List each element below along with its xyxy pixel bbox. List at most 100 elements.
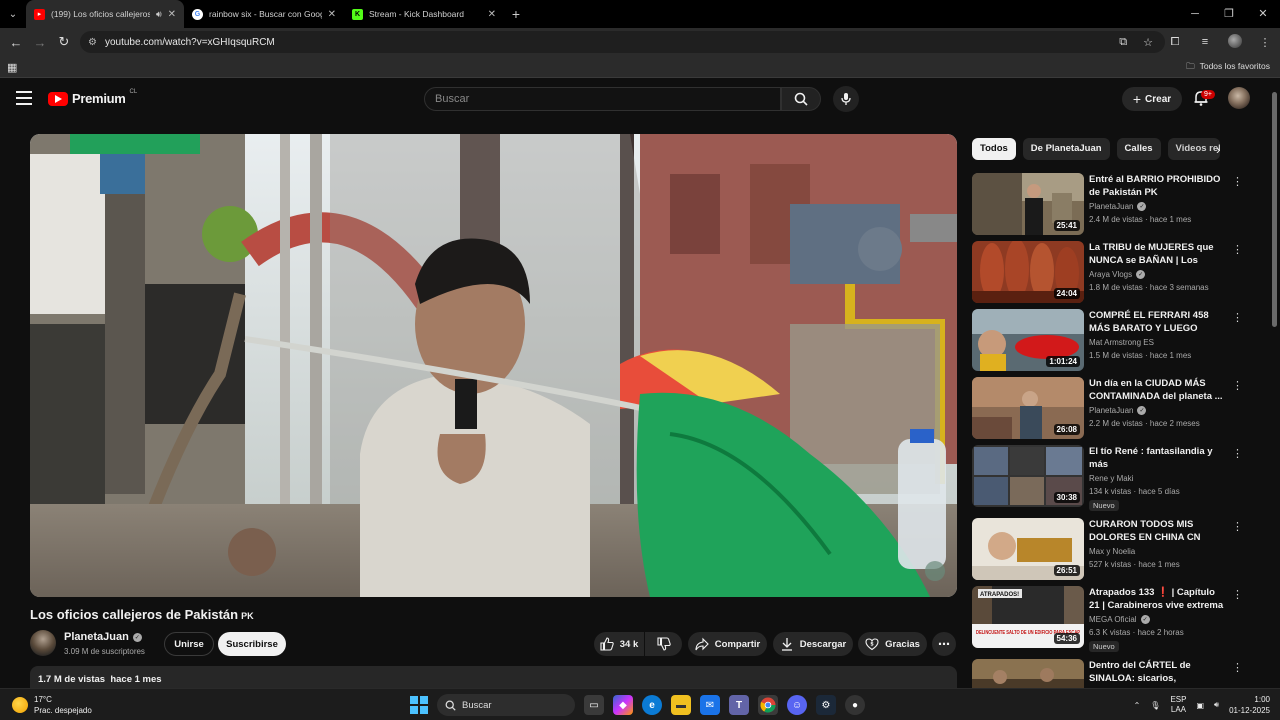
recommendation-item[interactable]: 1:01:24 COMPRÉ EL FERRARI 458 MÁS BARATO…	[972, 309, 1243, 371]
chevron-right-icon[interactable]: ›	[1216, 142, 1220, 157]
more-options-icon[interactable]: ⋮	[1232, 447, 1243, 460]
video-thumbnail[interactable]: 25:41	[972, 173, 1084, 235]
recommendation-item[interactable]: 26:51 CURARON TODOS MIS DOLORES EN CHINA…	[972, 518, 1243, 580]
youtube-logo[interactable]: Premium CL	[48, 89, 137, 106]
recommendation-channel[interactable]: Mat Armstrong ES	[1089, 338, 1154, 347]
recommendation-channel[interactable]: Rene y Maki	[1089, 474, 1133, 483]
network-icon[interactable]: ▣	[1196, 701, 1204, 710]
thanks-button[interactable]: $ Gracias	[858, 632, 927, 656]
more-options-icon[interactable]: ⋮	[1232, 379, 1243, 392]
join-button[interactable]: Unirse	[164, 632, 214, 656]
close-tab-icon[interactable]: ✕	[488, 9, 496, 20]
reload-icon[interactable]: ↻	[52, 34, 76, 50]
chip-calles[interactable]: Calles	[1116, 138, 1161, 160]
recommendation-title[interactable]: Un día en la CIUDAD MÁS CONTAMINADA del …	[1089, 377, 1225, 403]
more-options-icon[interactable]: ⋮	[1232, 311, 1243, 324]
subscribe-button[interactable]: Suscribirse	[218, 632, 286, 656]
chrome-menu-icon[interactable]: ⋮	[1250, 36, 1280, 49]
recommendation-title[interactable]: La TRIBU de MUJERES que NUNCA se BAÑAN |…	[1089, 241, 1225, 268]
video-player[interactable]	[30, 134, 957, 597]
voice-search-button[interactable]	[833, 86, 859, 112]
recommendation-item[interactable]: 25:41 Entré al BARRIO PROHIBIDO de Pakis…	[972, 173, 1243, 235]
site-settings-icon[interactable]: ⚙	[88, 37, 97, 48]
create-button[interactable]: + Crear	[1122, 87, 1182, 111]
recommendation-channel[interactable]: MEGA Oficial ✓	[1089, 615, 1150, 624]
channel-text[interactable]: Rene y Maki	[1089, 474, 1133, 483]
volume-icon[interactable]: 🔊︎	[1214, 700, 1219, 710]
discord-icon[interactable]: ☺	[787, 695, 807, 715]
restore-icon[interactable]: ❐	[1212, 0, 1246, 28]
video-thumbnail[interactable]: 1:01:24	[972, 309, 1084, 371]
video-thumbnail[interactable]: 30:38	[972, 445, 1084, 507]
file-explorer-icon[interactable]: ▬	[671, 695, 691, 715]
tab-youtube[interactable]: ▸ (199) Los oficios callejeros d 🔊︎ ✕	[26, 0, 184, 28]
video-thumbnail[interactable]: ATRAPADOS! DELINCUENTE SALTO DE UN EDIFIC…	[972, 586, 1084, 648]
recommendation-title[interactable]: Atrapados 133 ❗ | Capítulo 21 | Carabine…	[1089, 586, 1225, 613]
dislike-button[interactable]	[645, 632, 682, 656]
close-tab-icon[interactable]: ✕	[168, 9, 176, 20]
speaker-icon[interactable]: 🔊︎	[156, 9, 162, 20]
clock[interactable]: 1:00 01-12-2025	[1229, 694, 1270, 716]
more-options-icon[interactable]: ⋮	[1232, 243, 1243, 256]
channel-text[interactable]: Max y Noelia	[1089, 547, 1135, 556]
recommendation-item[interactable]: Dentro del CÁRTEL de SINALOA: sicarios, …	[972, 659, 1242, 688]
recommendation-title[interactable]: CURARON TODOS MIS DOLORES EN CHINA CN	[1089, 518, 1225, 544]
video-thumbnail[interactable]: 26:08	[972, 377, 1084, 439]
profile-icon[interactable]	[1220, 33, 1250, 51]
chevron-up-icon[interactable]: ⌃	[1134, 701, 1141, 710]
mail-icon[interactable]: ✉	[700, 695, 720, 715]
extensions-icon[interactable]: ⧠	[1160, 36, 1190, 49]
chrome-icon[interactable]	[758, 695, 778, 715]
windows-start-icon[interactable]	[410, 696, 428, 714]
close-window-icon[interactable]: ✕	[1246, 0, 1280, 28]
language-indicator[interactable]: ESP LAA	[1170, 695, 1186, 715]
all-bookmarks-button[interactable]: 🗀 Todos los favoritos	[1186, 61, 1270, 75]
recommendation-item[interactable]: 30:38 El tío René : fantasilandia y más …	[972, 445, 1243, 511]
more-options-icon[interactable]: ⋮	[1232, 588, 1243, 601]
microphone-tray-icon[interactable]: 🎙︎	[1150, 701, 1160, 710]
recommendation-item[interactable]: 24:04 La TRIBU de MUJERES que NUNCA se B…	[972, 241, 1243, 303]
teams-icon[interactable]: T	[729, 695, 749, 715]
recommendation-channel[interactable]: Araya Vlogs ✓	[1089, 270, 1146, 279]
share-button[interactable]: Compartir	[688, 632, 767, 656]
apps-grid-icon[interactable]: ▦	[7, 61, 17, 74]
channel-name-text[interactable]: PlanetaJuan	[64, 631, 129, 643]
channel-text[interactable]: Mat Armstrong ES	[1089, 338, 1154, 347]
taskbar-search[interactable]: Buscar	[437, 694, 575, 716]
page-scrollbar[interactable]	[1272, 92, 1277, 327]
search-button[interactable]	[781, 87, 821, 111]
channel-avatar[interactable]	[30, 630, 56, 656]
channel-text[interactable]: PlanetaJuan	[1089, 406, 1133, 415]
recommendation-title[interactable]: Entré al BARRIO PROHIBIDO de Pakistán PK	[1089, 173, 1225, 199]
user-avatar[interactable]	[1228, 87, 1250, 109]
back-icon[interactable]: ←	[4, 35, 28, 50]
video-thumbnail[interactable]: 24:04	[972, 241, 1084, 303]
tab-google[interactable]: G rainbow six - Buscar con Googl ✕	[184, 0, 344, 28]
more-options-icon[interactable]: ⋮	[1232, 520, 1243, 533]
video-thumbnail[interactable]	[972, 659, 1084, 688]
github-desktop-icon[interactable]: ●	[845, 695, 865, 715]
recommendation-title[interactable]: COMPRÉ EL FERRARI 458 MÁS BARATO Y LUEGO…	[1089, 309, 1225, 336]
search-input[interactable]: Buscar	[424, 87, 781, 111]
chip-todos[interactable]: Todos	[972, 138, 1016, 160]
minimize-icon[interactable]: ─	[1178, 0, 1212, 28]
recommendation-item[interactable]: ATRAPADOS! DELINCUENTE SALTO DE UN EDIFIC…	[972, 586, 1243, 652]
recommendation-title[interactable]: El tío René : fantasilandia y más	[1089, 445, 1225, 471]
weather-widget[interactable]: 17°C Prac. despejado	[12, 694, 92, 716]
media-controls-icon[interactable]: ≡	[1190, 36, 1220, 48]
more-options-icon[interactable]: ⋮	[1232, 661, 1242, 674]
chip-videos-relacionados[interactable]: Videos rel	[1167, 138, 1220, 160]
channel-text[interactable]: MEGA Oficial	[1089, 615, 1137, 624]
forward-icon[interactable]: →	[28, 35, 52, 50]
task-view-icon[interactable]: ▭	[584, 695, 604, 715]
recommendation-channel[interactable]: PlanetaJuan ✓	[1089, 202, 1147, 211]
close-tab-icon[interactable]: ✕	[328, 9, 336, 20]
recommendation-channel[interactable]: Max y Noelia	[1089, 547, 1135, 556]
recommendation-channel[interactable]: PlanetaJuan ✓	[1089, 406, 1147, 415]
url-text[interactable]: youtube.com/watch?v=xGHIqsquRCM	[105, 37, 275, 48]
bookmark-star-icon[interactable]: ☆	[1143, 36, 1153, 49]
omnibox[interactable]: ⚙ youtube.com/watch?v=xGHIqsquRCM ⧉ ☆	[80, 31, 1165, 53]
channel-name[interactable]: PlanetaJuan ✓	[64, 631, 142, 643]
steam-icon[interactable]: ⚙	[816, 695, 836, 715]
recommendation-title[interactable]: Dentro del CÁRTEL de SINALOA: sicarios, …	[1089, 659, 1225, 686]
